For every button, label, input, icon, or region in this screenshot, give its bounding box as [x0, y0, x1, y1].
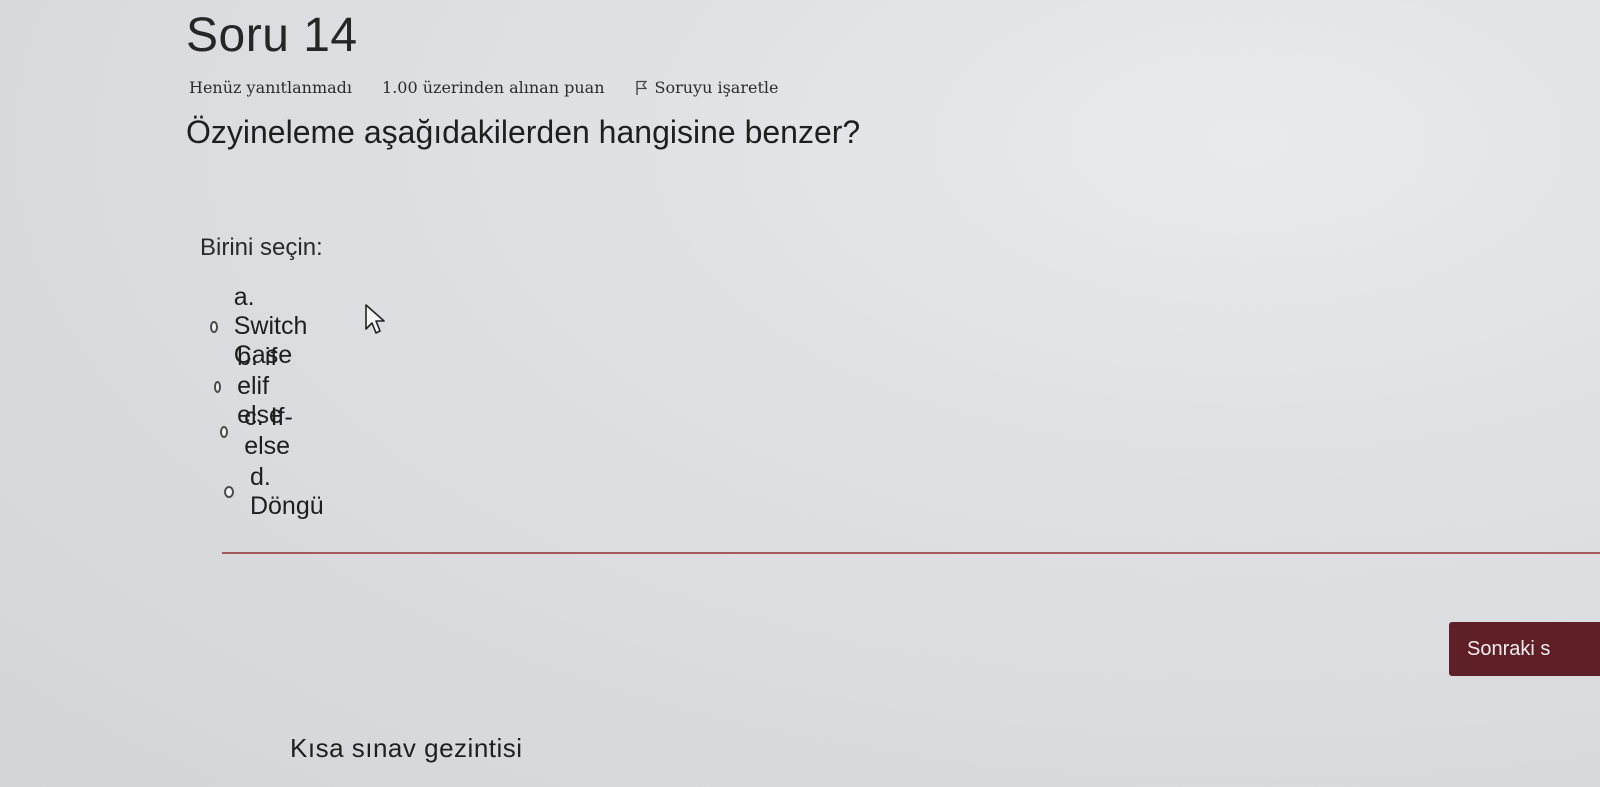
- quiz-navigation-title: Kısa sınav gezintisi: [290, 733, 523, 763]
- question-number: Soru 14: [186, 9, 358, 62]
- radio-button[interactable]: [224, 486, 234, 498]
- question-grade: 1.00 üzerinden alınan puan: [382, 78, 605, 97]
- question-text: Özyineleme aşağıdakilerden hangisine ben…: [186, 114, 861, 150]
- answer-option-d[interactable]: d. Döngü: [224, 463, 326, 521]
- answer-option-c[interactable]: c. If-else: [220, 403, 294, 461]
- answer-label: d. Döngü: [249, 463, 324, 520]
- next-page-button[interactable]: Sonraki s: [1449, 622, 1600, 676]
- flag-question-link[interactable]: Soruyu işaretle: [635, 78, 779, 97]
- section-divider: [222, 552, 1600, 554]
- flag-icon: [635, 80, 647, 95]
- radio-button[interactable]: [210, 320, 218, 333]
- radio-button[interactable]: [220, 426, 229, 438]
- question-state: Henüz yanıtlanmadı: [189, 78, 353, 97]
- answer-prompt: Birini seçin:: [200, 234, 323, 261]
- answer-label: c. If-else: [244, 403, 293, 460]
- question-info: Henüz yanıtlanmadı 1.00 üzerinden alınan…: [189, 78, 778, 97]
- mouse-pointer-icon: [365, 304, 385, 334]
- radio-button[interactable]: [214, 380, 222, 393]
- flag-question-label: Soruyu işaretle: [654, 78, 779, 97]
